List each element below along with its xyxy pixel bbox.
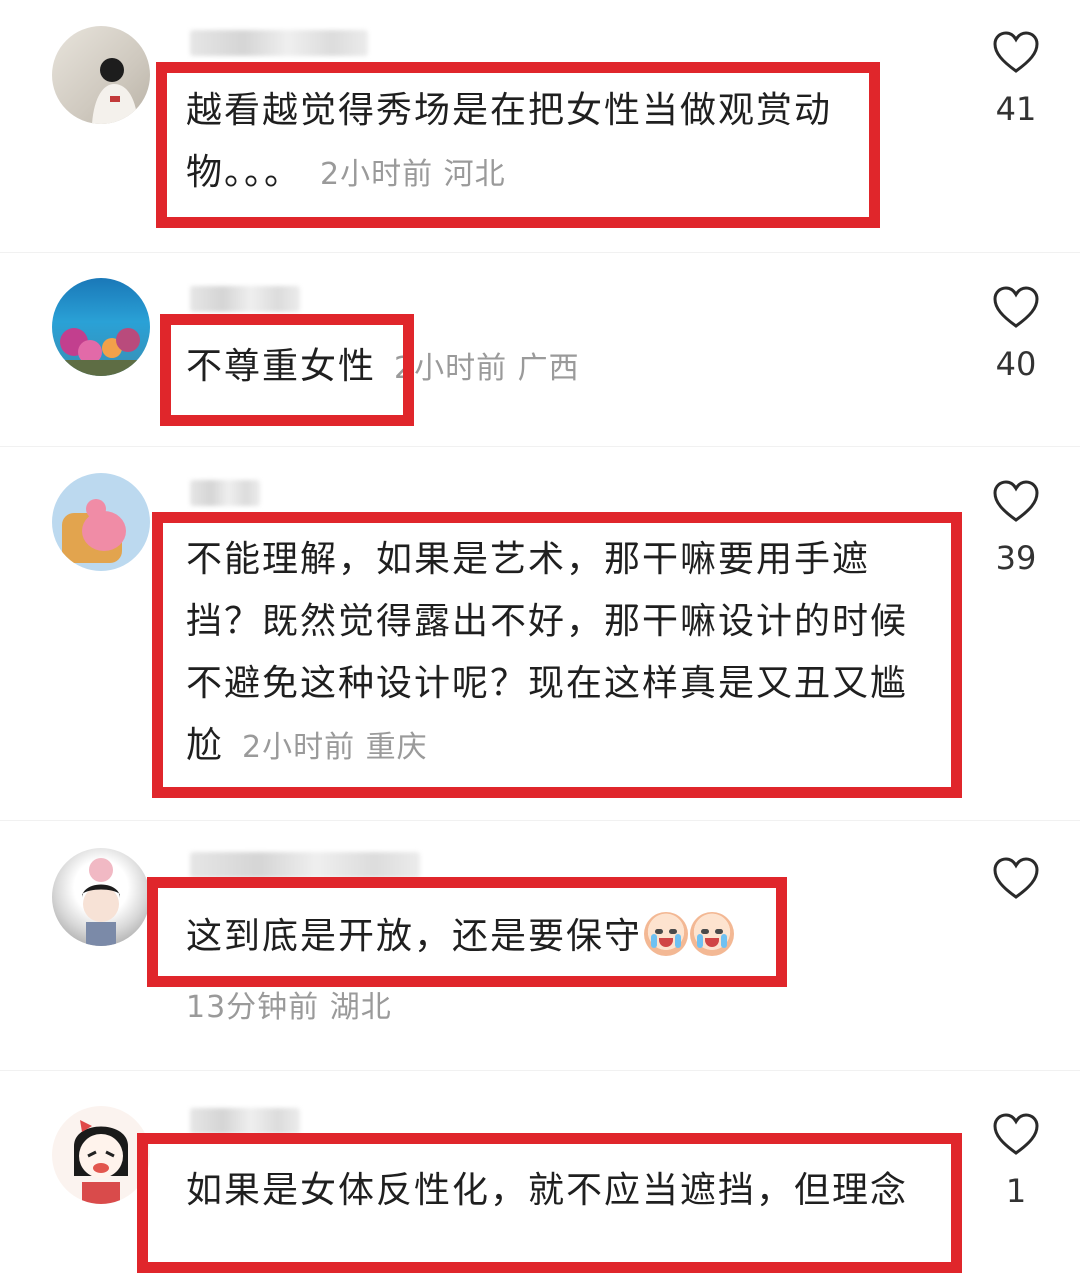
highlight-box xyxy=(137,1133,962,1273)
heart-outline-icon xyxy=(993,857,1039,899)
username-blurred xyxy=(190,286,300,312)
like-count: 39 xyxy=(995,539,1037,577)
highlight-box xyxy=(147,877,787,987)
highlight-box xyxy=(160,314,414,426)
username-blurred xyxy=(190,480,260,506)
avatar[interactable] xyxy=(52,1106,150,1204)
username-blurred xyxy=(190,852,420,878)
avatar[interactable] xyxy=(52,26,150,124)
avatar[interactable] xyxy=(52,278,150,376)
heart-outline-icon xyxy=(993,286,1039,328)
divider xyxy=(0,820,1080,821)
comment-meta: 2小时前 广西 xyxy=(394,351,580,386)
avatar[interactable] xyxy=(52,848,150,946)
avatar[interactable] xyxy=(52,473,150,571)
heart-outline-icon xyxy=(993,31,1039,73)
like-button[interactable]: 41 xyxy=(986,30,1046,128)
like-count: 41 xyxy=(995,90,1037,128)
username-blurred xyxy=(190,30,368,56)
like-count: 1 xyxy=(1005,1172,1027,1210)
divider xyxy=(0,252,1080,253)
heart-outline-icon xyxy=(993,1113,1039,1155)
highlight-box xyxy=(156,62,880,228)
username-blurred xyxy=(190,1108,300,1134)
like-button[interactable] xyxy=(986,856,1046,916)
like-button[interactable]: 39 xyxy=(986,479,1046,577)
like-button[interactable]: 40 xyxy=(986,285,1046,383)
divider xyxy=(0,446,1080,447)
like-button[interactable]: 1 xyxy=(986,1112,1046,1210)
comment-meta: 13分钟前 湖北 xyxy=(186,990,392,1025)
like-count: 40 xyxy=(995,345,1037,383)
highlight-box xyxy=(152,512,962,798)
heart-outline-icon xyxy=(993,480,1039,522)
divider xyxy=(0,1070,1080,1071)
